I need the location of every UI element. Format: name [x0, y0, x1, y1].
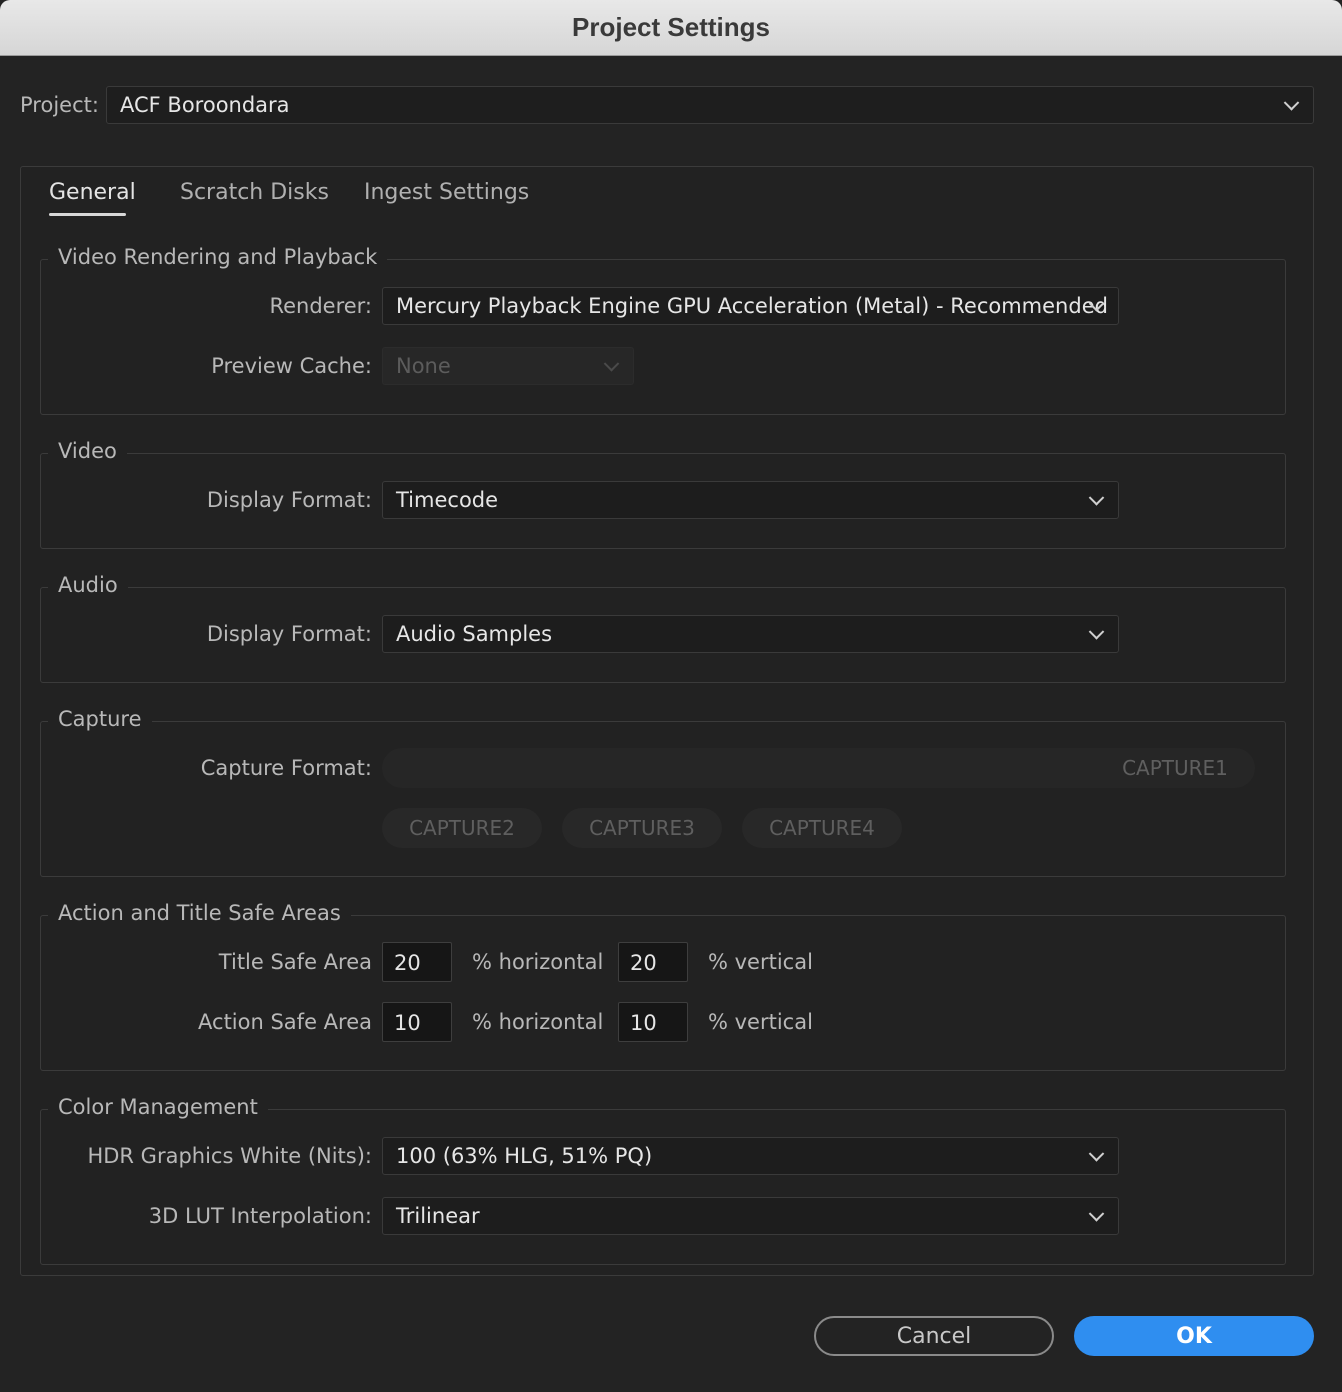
action-safe-vertical-input[interactable]: 10 — [618, 1002, 688, 1042]
chevron-down-icon — [603, 356, 620, 372]
lut-interpolation-select[interactable]: Trilinear — [382, 1197, 1119, 1235]
audio-title: Audio — [48, 573, 128, 597]
hdr-graphics-white-select[interactable]: 100 (63% HLG, 51% PQ) — [382, 1137, 1119, 1175]
title-safe-vertical-input[interactable]: 20 — [618, 942, 688, 982]
preview-cache-select: None — [382, 347, 634, 385]
window-title: Project Settings — [572, 12, 770, 42]
preview-cache-label: Preview Cache: — [211, 354, 372, 378]
video-display-format-label: Display Format: — [206, 488, 372, 512]
preview-cache-value: None — [396, 354, 451, 378]
capture1-button: CAPTURE1 — [1122, 756, 1228, 780]
action-safe-vertical-unit: % vertical — [708, 1010, 813, 1034]
color-management-title: Color Management — [48, 1095, 268, 1119]
chevron-down-icon — [1088, 624, 1105, 640]
tab-scratch-disks[interactable]: Scratch Disks — [180, 180, 329, 205]
color-management-group — [40, 1109, 1286, 1265]
audio-display-format-select[interactable]: Audio Samples — [382, 615, 1119, 653]
chevron-down-icon — [1088, 490, 1105, 506]
project-label: Project: — [20, 93, 99, 117]
capture-group — [40, 721, 1286, 877]
project-settings-dialog: Project: ACF Boroondara General Scratch … — [0, 56, 1342, 1392]
capture2-button: CAPTURE2 — [382, 808, 542, 848]
video-display-format-value: Timecode — [396, 488, 499, 512]
tab-ingest-settings[interactable]: Ingest Settings — [364, 180, 529, 205]
action-safe-horizontal-input[interactable]: 10 — [382, 1002, 452, 1042]
safe-areas-title: Action and Title Safe Areas — [48, 901, 351, 925]
hdr-graphics-white-value: 100 (63% HLG, 51% PQ) — [396, 1144, 653, 1168]
capture4-button: CAPTURE4 — [742, 808, 902, 848]
cancel-button[interactable]: Cancel — [814, 1316, 1054, 1356]
lut-interpolation-label: 3D LUT Interpolation: — [148, 1204, 372, 1228]
title-safe-horizontal-input[interactable]: 20 — [382, 942, 452, 982]
renderer-select-value: Mercury Playback Engine GPU Acceleration… — [396, 294, 1108, 318]
safe-areas-group — [40, 915, 1286, 1071]
action-safe-label: Action Safe Area — [198, 1010, 372, 1034]
audio-display-format-label: Display Format: — [206, 622, 372, 646]
video-rendering-group — [40, 259, 1286, 415]
project-select-value: ACF Boroondara — [120, 93, 290, 117]
capture-title: Capture — [48, 707, 152, 731]
tab-general[interactable]: General — [49, 180, 136, 205]
lut-interpolation-value: Trilinear — [396, 1204, 480, 1228]
video-rendering-title: Video Rendering and Playback — [48, 245, 388, 269]
video-title: Video — [48, 439, 127, 463]
chevron-down-icon — [1088, 1146, 1105, 1162]
audio-display-format-value: Audio Samples — [396, 622, 553, 646]
chevron-down-icon — [1088, 1206, 1105, 1222]
title-safe-vertical-unit: % vertical — [708, 950, 813, 974]
title-safe-label: Title Safe Area — [218, 950, 372, 974]
action-safe-horizontal-unit: % horizontal — [472, 1010, 604, 1034]
title-safe-horizontal-unit: % horizontal — [472, 950, 604, 974]
capture-format-label: Capture Format: — [200, 756, 372, 780]
capture3-button: CAPTURE3 — [562, 808, 722, 848]
video-display-format-select[interactable]: Timecode — [382, 481, 1119, 519]
renderer-label: Renderer: — [269, 294, 372, 318]
window-title-bar: Project Settings — [0, 0, 1342, 56]
ok-button[interactable]: OK — [1074, 1316, 1314, 1356]
tab-active-indicator — [49, 213, 126, 216]
project-select[interactable]: ACF Boroondara — [106, 86, 1314, 124]
hdr-graphics-white-label: HDR Graphics White (Nits): — [87, 1144, 372, 1168]
chevron-down-icon — [1283, 95, 1300, 111]
renderer-select[interactable]: Mercury Playback Engine GPU Acceleration… — [382, 287, 1119, 325]
